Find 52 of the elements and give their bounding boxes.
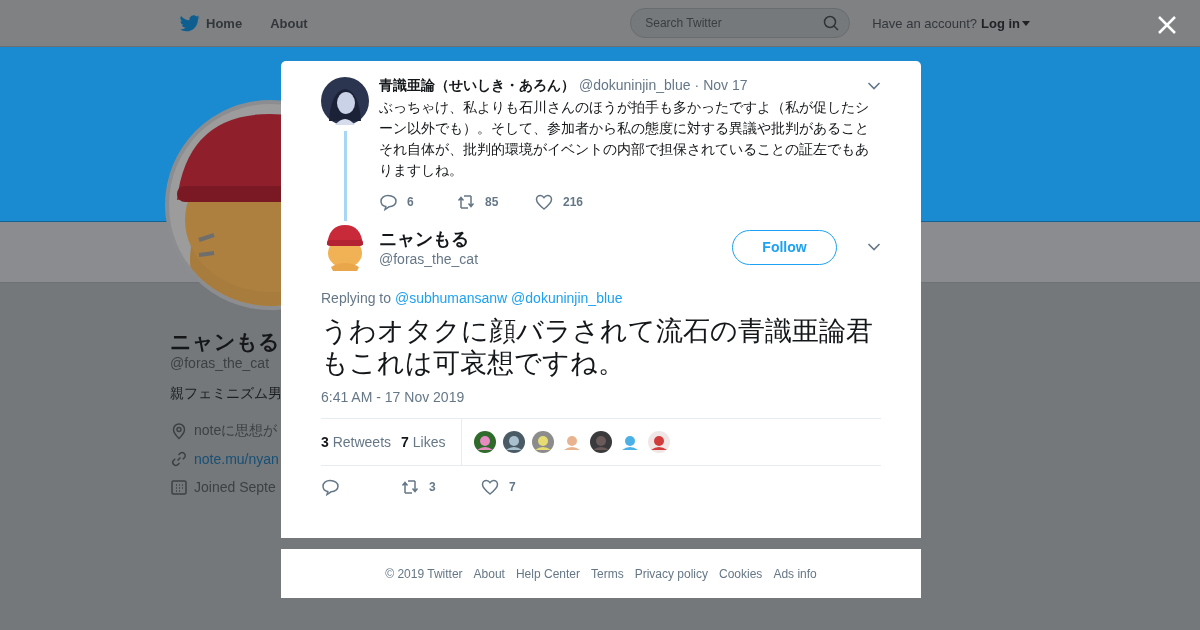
author-handle: @foras_the_cat [379, 251, 480, 267]
tweet-date[interactable]: Nov 17 [703, 77, 748, 93]
action-count: 85 [485, 195, 499, 209]
chevron-icon[interactable] [867, 242, 881, 252]
footer-link[interactable]: © 2019 Twitter [385, 566, 463, 581]
replying-to-text: Replying to @subhumansanw @dokuninjin_blue [321, 290, 624, 306]
nav-link[interactable]: Home [180, 14, 243, 32]
mention-link[interactable]: @subhumansanw [394, 290, 508, 306]
profile-handle: @foras_the_cat [170, 355, 270, 371]
footer-link[interactable]: Ads info [773, 566, 817, 581]
mention-link[interactable]: @dokuninjin_blue [511, 290, 623, 306]
follow-button[interactable]: Follow [732, 229, 837, 265]
action-count: 216 [563, 195, 584, 209]
footer-link[interactable]: Terms [591, 566, 624, 581]
heart-icon[interactable] [535, 193, 553, 211]
profile-detail: Joined Septe [194, 479, 276, 495]
calendar-icon [170, 478, 188, 496]
footer-link[interactable]: Help Center [515, 566, 580, 581]
login-link[interactable]: Log in [981, 15, 1030, 31]
reply-icon[interactable] [379, 193, 397, 211]
bird-icon [180, 14, 200, 32]
retweet-icon[interactable] [401, 478, 419, 496]
action-count: 3 [429, 480, 436, 494]
search-field[interactable]: Search Twitter [643, 15, 824, 31]
chevron-icon[interactable] [867, 81, 881, 91]
action-count: 6 [407, 195, 414, 209]
action-count: 7 [509, 480, 516, 494]
author-name: 青識亜論（せいしき・あろん） [379, 77, 575, 95]
footer-link[interactable]: Cookies [719, 566, 763, 581]
separator-dot: · [694, 77, 700, 93]
caret-icon [1022, 20, 1030, 26]
link-icon [170, 450, 188, 468]
heart-icon[interactable] [481, 478, 499, 496]
retweet-icon[interactable] [457, 193, 475, 211]
stat-link[interactable]: 7 Likes [401, 434, 446, 450]
account-prompt: Have an account? [872, 15, 977, 31]
tweet-timestamp: 6:41 AM - 17 Nov 2019 [321, 389, 466, 405]
stat-link[interactable]: 3 Retweets [321, 434, 392, 450]
search-icon[interactable] [823, 15, 840, 31]
close-icon[interactable] [1157, 15, 1177, 35]
reply-icon[interactable] [321, 478, 339, 496]
footer-link[interactable]: About [473, 566, 505, 581]
tweet-text: ぶっちゃけ、私よりも石川さんのほうが拍手も多かったですよ（私が促したシーン以外でも）。そして、参加者から私の態度に対する異議や批判があることそれ自体が、批判的環境がイベントの内部で担保されていることの証左でもありますしね。 [379, 98, 870, 180]
author-name: ニャンもる [379, 228, 470, 251]
author-handle: @dokuninjin_blue [579, 77, 691, 93]
location-pin-icon [170, 422, 188, 440]
tweet-text: うわオタクに顔バラされて流石の青識亜論君もこれは可哀想ですね。 [321, 315, 874, 379]
profile-bio: 親フェミニズム男 [170, 385, 282, 403]
nav-link[interactable]: About [270, 15, 308, 31]
footer-link[interactable]: Privacy policy [634, 566, 708, 581]
profile-name: ニャンもる [170, 329, 280, 355]
search-box[interactable]: Search Twitter [630, 8, 851, 38]
